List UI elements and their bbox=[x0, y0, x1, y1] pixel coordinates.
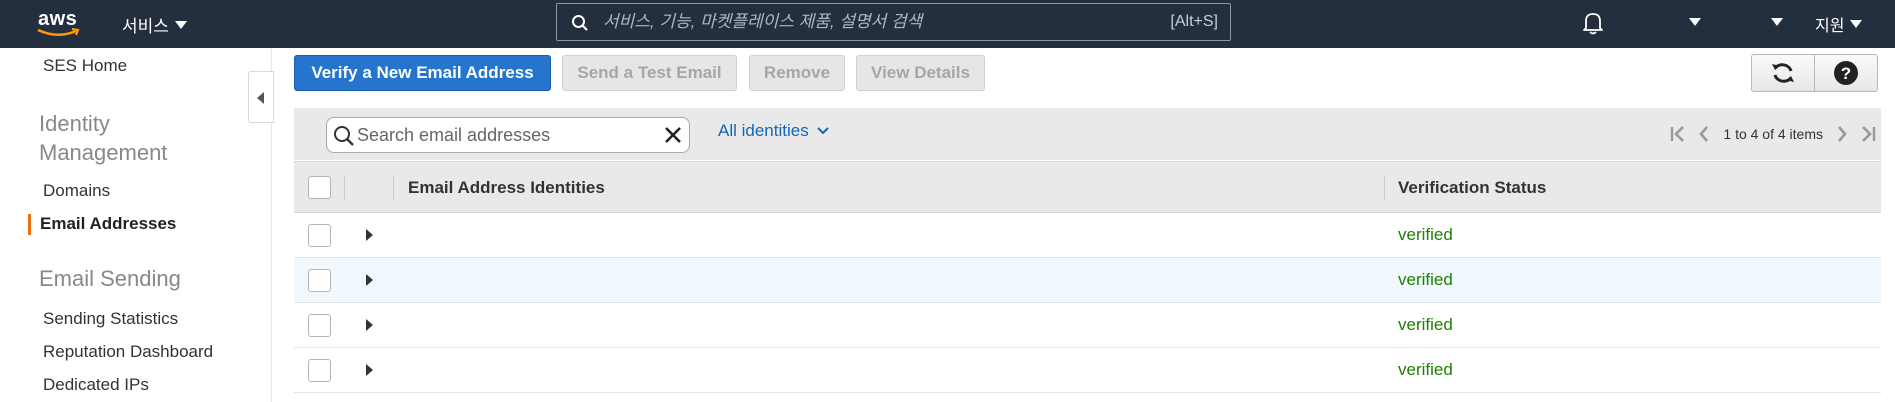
email-search-input[interactable] bbox=[357, 122, 652, 148]
aws-logo[interactable]: aws bbox=[36, 6, 86, 42]
column-header-email[interactable]: Email Address Identities bbox=[408, 178, 605, 198]
row-checkbox[interactable] bbox=[308, 224, 331, 247]
last-page-icon bbox=[1862, 126, 1876, 142]
table-row[interactable]: verified bbox=[294, 348, 1881, 393]
first-page-button[interactable] bbox=[1665, 122, 1691, 146]
search-icon bbox=[572, 15, 588, 31]
refresh-button[interactable] bbox=[1751, 54, 1815, 92]
pagination-label: 1 to 4 of 4 items bbox=[1723, 126, 1823, 142]
caret-down-icon bbox=[1850, 20, 1863, 28]
row-checkbox[interactable] bbox=[308, 314, 331, 337]
sidebar-item-dedicated-ips[interactable]: Dedicated IPs bbox=[43, 375, 149, 395]
table-header: Email Address Identities Verification St… bbox=[294, 161, 1881, 213]
chevron-left-icon bbox=[257, 92, 264, 104]
expand-row-icon[interactable] bbox=[366, 274, 373, 286]
verify-email-button[interactable]: Verify a New Email Address bbox=[294, 55, 551, 91]
sidebar-item-email-addresses[interactable]: Email Addresses bbox=[40, 214, 176, 234]
services-label: 서비스 bbox=[122, 17, 169, 36]
global-search-input[interactable] bbox=[603, 8, 1103, 36]
chevron-right-icon bbox=[1838, 126, 1847, 142]
sidebar-item-reputation-dashboard[interactable]: Reputation Dashboard bbox=[43, 342, 213, 362]
column-divider bbox=[344, 176, 345, 200]
sidebar-item-ses-home[interactable]: SES Home bbox=[43, 56, 127, 76]
search-icon bbox=[334, 126, 354, 146]
select-all-checkbox[interactable] bbox=[308, 176, 331, 199]
column-divider bbox=[393, 176, 394, 200]
account-menu-caret-icon[interactable] bbox=[1689, 18, 1701, 26]
sidebar-item-sending-statistics[interactable]: Sending Statistics bbox=[43, 309, 178, 329]
bell-icon[interactable] bbox=[1582, 11, 1604, 35]
previous-page-button[interactable] bbox=[1691, 122, 1717, 146]
region-menu-caret-icon[interactable] bbox=[1771, 18, 1783, 26]
verification-status-cell: verified bbox=[1398, 270, 1453, 289]
search-shortcut-hint: [Alt+S] bbox=[1170, 13, 1218, 30]
help-icon: ? bbox=[1834, 61, 1858, 85]
active-item-indicator bbox=[28, 214, 31, 235]
top-navigation-bar: aws 서비스 [Alt+S] 지원 bbox=[0, 0, 1895, 48]
table-row[interactable]: verified bbox=[294, 213, 1881, 258]
chevron-down-icon bbox=[817, 127, 829, 135]
refresh-icon bbox=[1772, 63, 1794, 83]
caret-down-icon bbox=[174, 20, 187, 29]
row-checkbox[interactable] bbox=[308, 359, 331, 382]
services-menu[interactable]: 서비스 bbox=[122, 12, 187, 37]
sidebar-heading-email-sending: Email Sending bbox=[39, 266, 181, 291]
identities-filter-label: All identities bbox=[718, 121, 809, 140]
expand-row-icon[interactable] bbox=[366, 364, 373, 376]
global-search[interactable]: [Alt+S] bbox=[556, 3, 1231, 41]
next-page-button[interactable] bbox=[1829, 122, 1855, 146]
sidebar-heading-line: Management bbox=[39, 140, 168, 165]
clear-search-icon[interactable] bbox=[663, 125, 683, 145]
first-page-icon bbox=[1671, 126, 1685, 142]
last-page-button[interactable] bbox=[1855, 122, 1881, 146]
column-divider bbox=[1384, 176, 1385, 200]
email-search-box[interactable] bbox=[326, 117, 690, 153]
help-button[interactable]: ? bbox=[1814, 54, 1878, 92]
remove-button[interactable]: Remove bbox=[749, 55, 845, 91]
chevron-left-icon bbox=[1699, 126, 1709, 142]
table-row[interactable]: verified bbox=[294, 303, 1881, 348]
view-details-button[interactable]: View Details bbox=[856, 55, 985, 91]
expand-row-icon[interactable] bbox=[366, 229, 373, 241]
svg-text:?: ? bbox=[1841, 64, 1851, 83]
sidebar-heading-identity-management: Identity Management bbox=[39, 109, 167, 167]
send-test-email-button[interactable]: Send a Test Email bbox=[562, 55, 737, 91]
verification-status-cell: verified bbox=[1398, 360, 1453, 379]
verification-status-cell: verified bbox=[1398, 315, 1453, 334]
row-checkbox[interactable] bbox=[308, 269, 331, 292]
support-menu[interactable]: 지원 bbox=[1815, 12, 1863, 36]
aws-smile-icon bbox=[37, 28, 80, 36]
filter-bar: All identities 1 to 4 of 4 items bbox=[294, 108, 1881, 160]
collapse-sidebar-button[interactable] bbox=[248, 71, 274, 123]
support-label: 지원 bbox=[1815, 18, 1845, 35]
table-row[interactable]: verified bbox=[294, 258, 1881, 303]
pagination: 1 to 4 of 4 items bbox=[1665, 122, 1881, 146]
sidebar-item-domains[interactable]: Domains bbox=[43, 181, 110, 201]
verification-status-cell: verified bbox=[1398, 225, 1453, 244]
identities-filter-dropdown[interactable]: All identities bbox=[718, 121, 829, 141]
column-header-status[interactable]: Verification Status bbox=[1398, 178, 1546, 198]
sidebar: SES Home Identity Management Domains Ema… bbox=[0, 48, 272, 402]
expand-row-icon[interactable] bbox=[366, 319, 373, 331]
sidebar-heading-line: Identity bbox=[39, 111, 110, 136]
